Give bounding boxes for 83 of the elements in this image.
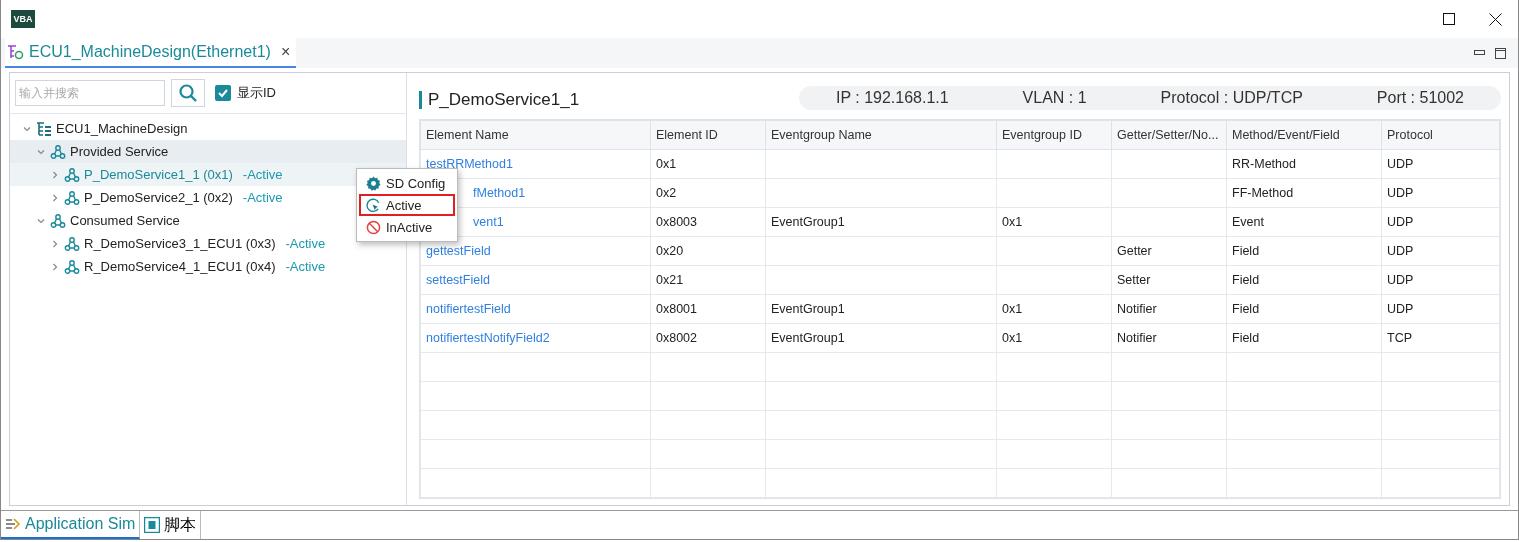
arrows-icon — [5, 517, 21, 531]
script-icon — [144, 517, 161, 533]
column-header[interactable]: Element ID — [650, 120, 766, 150]
tree-item[interactable]: R_DemoService3_1_ECU1 (0x3) -Active — [50, 235, 326, 252]
element-link[interactable]: notifiertestNotifyField2 — [420, 323, 651, 353]
checkbox-label: 显示ID — [237, 84, 276, 102]
port-text: Port : 51002 — [1376, 89, 1464, 107]
app-logo: VBA — [11, 10, 35, 28]
column-header[interactable]: Eventgroup ID — [996, 120, 1112, 150]
table-cell: UDP — [1381, 294, 1500, 324]
table-cell: Getter — [1111, 236, 1227, 266]
column-header[interactable]: Method/Event/Field — [1226, 120, 1382, 150]
maximize-icon — [1443, 13, 1455, 25]
table-cell: Field — [1226, 323, 1382, 353]
expand-icon[interactable] — [50, 238, 60, 249]
table-cell: 0x20 — [650, 236, 766, 266]
element-link[interactable]: notifiertestField — [420, 294, 651, 324]
table-cell: Event — [1226, 207, 1382, 237]
close-icon — [1488, 12, 1502, 26]
table-cell: EventGroup1 — [765, 294, 997, 324]
service-icon — [64, 258, 80, 275]
tree-item[interactable]: P_DemoService2_1 (0x2) -Active — [50, 189, 283, 206]
tree-structure-icon — [36, 120, 52, 137]
cursor-circle-icon — [366, 197, 381, 213]
expand-icon[interactable] — [50, 192, 60, 203]
element-link[interactable]: settestField — [420, 265, 651, 295]
table-cell: Setter — [1111, 265, 1227, 295]
table-cell: Notifier — [1111, 294, 1227, 324]
table-cell: 0x1 — [996, 207, 1112, 237]
search-button[interactable] — [171, 79, 205, 107]
minimize-view-icon[interactable] — [1474, 50, 1485, 56]
column-header[interactable]: Protocol — [1381, 120, 1500, 150]
tree-sync-icon — [7, 43, 25, 61]
table-cell: 0x1 — [996, 323, 1112, 353]
table-cell: EventGroup1 — [765, 207, 997, 237]
tree-item[interactable]: R_DemoService4_1_ECU1 (0x4) -Active — [50, 258, 326, 275]
table-cell: 0x8003 — [650, 207, 766, 237]
column-header[interactable]: Getter/Setter/No... — [1111, 120, 1227, 150]
table-cell: 0x1 — [996, 294, 1112, 324]
close-tab-button[interactable]: × — [280, 43, 291, 61]
column-header[interactable]: Element Name — [420, 120, 651, 150]
view-tab[interactable]: Application Sim — [1, 511, 141, 539]
table-cell: UDP — [1381, 149, 1500, 179]
search-icon — [178, 83, 198, 103]
table-cell: UDP — [1381, 178, 1500, 208]
view-tab[interactable]: 脚本 — [140, 511, 202, 539]
prohibited-icon — [366, 219, 381, 235]
protocol-text: Protocol : UDP/TCP — [1160, 89, 1303, 107]
table-cell: UDP — [1381, 207, 1500, 237]
table-cell: FF-Method — [1226, 178, 1382, 208]
table-cell: 0x8001 — [650, 294, 766, 324]
search-field[interactable]: 输入并搜索 — [15, 80, 165, 106]
editor-tab[interactable]: ECU1_MachineDesign(Ethernet1) × — [5, 38, 297, 68]
table-cell: 0x8002 — [650, 323, 766, 353]
service-icon — [50, 143, 66, 160]
table-cell: UDP — [1381, 236, 1500, 266]
gear-icon — [366, 175, 381, 191]
table-cell: 0x21 — [650, 265, 766, 295]
service-icon — [64, 166, 80, 183]
service-title: P_DemoService1_1 — [419, 91, 580, 109]
tree-item[interactable]: ECU1_MachineDesign — [22, 120, 188, 137]
service-icon — [64, 189, 80, 206]
table-cell: RR-Method — [1226, 149, 1382, 179]
column-header[interactable]: Eventgroup Name — [765, 120, 997, 150]
expand-icon[interactable] — [50, 169, 60, 180]
service-icon — [50, 212, 66, 229]
table-cell: 0x2 — [650, 178, 766, 208]
table-cell: Notifier — [1111, 323, 1227, 353]
expand-icon[interactable] — [50, 261, 60, 272]
table-cell: TCP — [1381, 323, 1500, 353]
ip-text: IP : 192.168.1.1 — [835, 89, 949, 107]
table-cell: UDP — [1381, 265, 1500, 295]
table-cell: Field — [1226, 265, 1382, 295]
menu-item[interactable]: Active — [359, 194, 456, 216]
table-cell: EventGroup1 — [765, 323, 997, 353]
tree-item[interactable]: Consumed Service — [36, 212, 180, 229]
show-id-checkbox[interactable] — [215, 85, 231, 101]
vlan-text: VLAN : 1 — [1022, 89, 1087, 107]
table-cell: Field — [1226, 294, 1382, 324]
table-cell: Field — [1226, 236, 1382, 266]
service-icon — [64, 235, 80, 252]
maximize-view-icon[interactable] — [1495, 47, 1506, 59]
table-cell: 0x1 — [650, 149, 766, 179]
